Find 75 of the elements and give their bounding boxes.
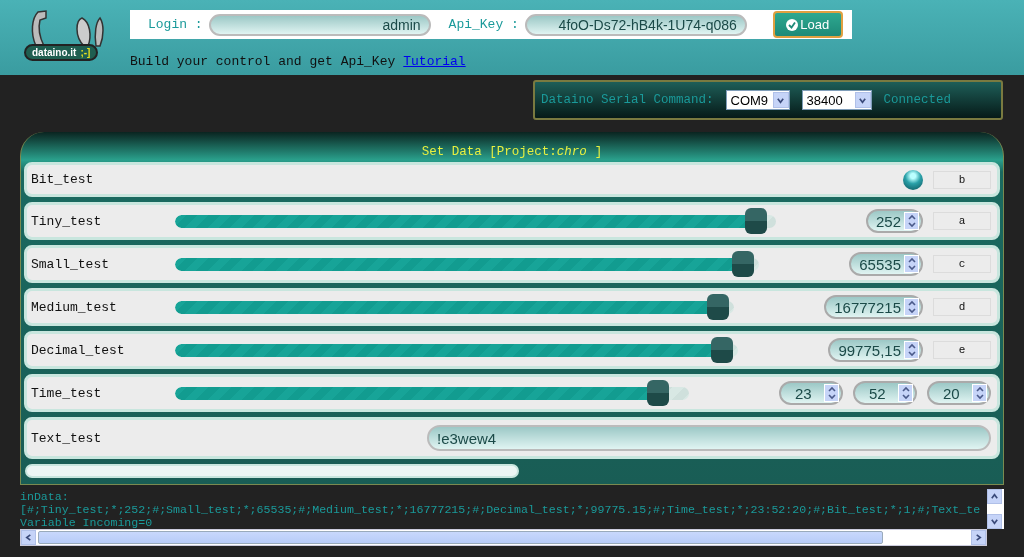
scroll-down-button[interactable] — [987, 514, 1002, 529]
slider[interactable] — [175, 251, 760, 277]
chevron-down-icon — [990, 517, 999, 526]
slider-thumb[interactable] — [711, 337, 733, 363]
slider[interactable] — [175, 380, 689, 406]
log-line: Variable Incoming=0 — [20, 516, 154, 529]
slider-thumb[interactable] — [745, 208, 768, 234]
scroll-left-button[interactable] — [21, 530, 36, 545]
variable-label: Medium_test — [31, 299, 118, 315]
number-field[interactable]: 65535 — [849, 252, 923, 276]
number-field[interactable]: 99775,15 — [828, 338, 923, 362]
variable-label: Small_test — [31, 256, 110, 272]
load-button[interactable]: Load — [772, 11, 843, 38]
toggle-led[interactable] — [903, 169, 923, 190]
slider[interactable] — [175, 208, 776, 234]
spin-arrows-icon — [974, 385, 985, 401]
variable-label: Tiny_test — [31, 213, 103, 229]
scroll-up-button[interactable] — [987, 489, 1002, 504]
key-label: c — [933, 255, 991, 273]
baud-dropdown[interactable]: 38400 — [801, 90, 872, 110]
spin-button[interactable] — [904, 341, 919, 359]
slider-thumb[interactable] — [647, 380, 670, 406]
slider[interactable] — [175, 294, 735, 320]
key-label: a — [933, 212, 991, 230]
variable-label: Time_test — [31, 385, 103, 401]
chevron-down-icon — [858, 95, 868, 105]
number-field[interactable]: 16777215 — [824, 295, 923, 319]
number-field[interactable]: 23 — [779, 381, 843, 405]
api-key-field[interactable]: 4foO-Ds72-hB4k-1U74-q086 — [524, 13, 747, 36]
variable-label: Decimal_test — [31, 342, 126, 358]
key-label: d — [933, 298, 991, 316]
spin-button[interactable] — [904, 212, 919, 230]
text-field[interactable]: !e3wew4 — [427, 425, 991, 451]
panel-title: Set Data [Project:chro ] — [420, 144, 604, 161]
number-field[interactable]: 52 — [853, 381, 917, 405]
connection-status: Connected — [883, 93, 952, 107]
key-label: b — [933, 170, 991, 189]
login-label: Login : — [148, 17, 203, 32]
variable-label: Text_test — [31, 430, 103, 446]
number-field[interactable]: 20 — [927, 381, 991, 405]
spin-arrows-icon — [900, 385, 911, 401]
spin-button[interactable] — [824, 384, 839, 402]
chevron-left-icon — [24, 533, 33, 542]
spin-arrows-icon — [906, 342, 917, 358]
serial-label: Dataino Serial Command: — [541, 93, 714, 107]
spin-arrows-icon — [906, 299, 917, 315]
key-label: e — [933, 341, 991, 359]
scroll-thumb[interactable] — [38, 531, 883, 544]
spin-button[interactable] — [972, 384, 987, 402]
chevron-right-icon — [974, 533, 983, 542]
number-field[interactable]: 252 — [865, 209, 923, 233]
slider-thumb[interactable] — [731, 251, 754, 277]
logo-smiley: ;-] — [80, 47, 91, 58]
scroll-right-button[interactable] — [971, 530, 986, 545]
spin-button[interactable] — [898, 384, 913, 402]
spin-arrows-icon — [906, 256, 917, 272]
chevron-up-icon — [990, 492, 999, 501]
check-icon — [786, 18, 799, 31]
vertical-scrollbar[interactable] — [987, 489, 1004, 529]
spin-arrows-icon — [826, 385, 837, 401]
slider[interactable] — [175, 337, 739, 363]
login-field[interactable]: admin — [208, 13, 431, 36]
horizontal-scrollbar[interactable] — [20, 529, 987, 546]
tagline-text: Build your control and get Api_Key — [130, 54, 396, 69]
port-dropdown[interactable]: COM9 — [725, 90, 790, 110]
slider-thumb[interactable] — [706, 294, 729, 320]
log-line: [#;Tiny_test;*;252;#;Small_test;*;65535;#;Medium_test;*;16777215;#;Decimal_test;*;99775.15;#;Time_test;*;23:52:20;#;Bit_test;*;1;#;Text_te — [20, 503, 982, 516]
logo-text: dataino.it — [32, 47, 77, 58]
chevron-down-icon — [776, 95, 786, 105]
spin-button[interactable] — [904, 298, 919, 316]
spin-arrows-icon — [906, 213, 917, 229]
api-key-label: Api_Key : — [448, 17, 519, 32]
variable-label: Bit_test — [31, 172, 95, 187]
spin-button[interactable] — [904, 255, 919, 273]
log-line: inData: — [20, 490, 70, 503]
